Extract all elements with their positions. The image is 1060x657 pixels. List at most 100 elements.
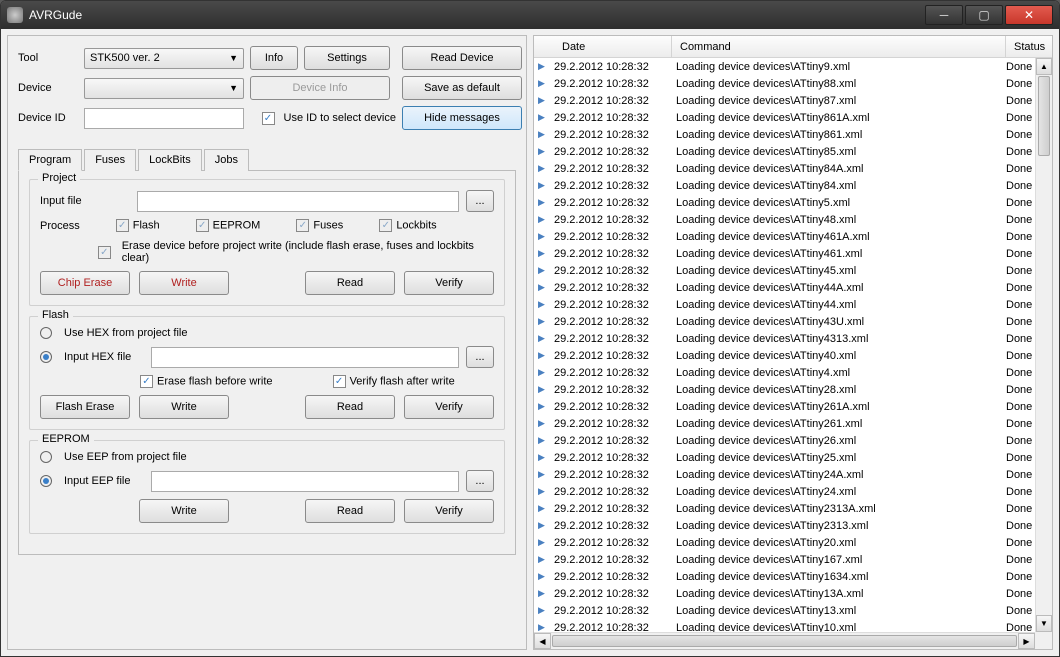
flash-erase-button[interactable]: Flash Erase <box>40 395 130 419</box>
log-row[interactable]: ▶29.2.2012 10:28:32Loading device device… <box>534 194 1052 211</box>
log-row[interactable]: ▶29.2.2012 10:28:32Loading device device… <box>534 398 1052 415</box>
log-date: 29.2.2012 10:28:32 <box>552 112 670 124</box>
hide-messages-button[interactable]: Hide messages <box>402 106 522 130</box>
input-eep-field[interactable] <box>151 471 459 492</box>
read-device-button[interactable]: Read Device <box>402 46 522 70</box>
log-row[interactable]: ▶29.2.2012 10:28:32Loading device device… <box>534 466 1052 483</box>
input-hex-field[interactable] <box>151 347 459 368</box>
device-combo[interactable]: ▼ <box>84 78 244 99</box>
log-row[interactable]: ▶29.2.2012 10:28:32Loading device device… <box>534 262 1052 279</box>
log-row[interactable]: ▶29.2.2012 10:28:32Loading device device… <box>534 211 1052 228</box>
log-row[interactable]: ▶29.2.2012 10:28:32Loading device device… <box>534 432 1052 449</box>
process-fuses-checkbox[interactable] <box>296 219 309 232</box>
titlebar[interactable]: AVRGude ─ ▢ ✕ <box>1 1 1059 29</box>
save-default-button[interactable]: Save as default <box>402 76 522 100</box>
scroll-down-icon[interactable]: ▼ <box>1036 615 1052 632</box>
log-row[interactable]: ▶29.2.2012 10:28:32Loading device device… <box>534 143 1052 160</box>
scroll-thumb-h[interactable] <box>552 635 1017 647</box>
eeprom-verify-button[interactable]: Verify <box>404 499 494 523</box>
eeprom-read-button[interactable]: Read <box>305 499 395 523</box>
log-command: Loading device devices\ATtiny2313.xml <box>670 520 1006 532</box>
tab-program[interactable]: Program <box>18 149 82 171</box>
chip-erase-button[interactable]: Chip Erase <box>40 271 130 295</box>
flash-browse-button[interactable]: ... <box>466 346 494 368</box>
scroll-right-icon[interactable]: ▶ <box>1018 633 1035 649</box>
project-browse-button[interactable]: ... <box>466 190 494 212</box>
use-hex-radio[interactable] <box>40 327 52 339</box>
use-eep-radio[interactable] <box>40 451 52 463</box>
log-row[interactable]: ▶29.2.2012 10:28:32Loading device device… <box>534 364 1052 381</box>
log-row[interactable]: ▶29.2.2012 10:28:32Loading device device… <box>534 296 1052 313</box>
log-row[interactable]: ▶29.2.2012 10:28:32Loading device device… <box>534 279 1052 296</box>
col-status-header[interactable]: Status <box>1006 36 1052 57</box>
minimize-button[interactable]: ─ <box>925 5 963 25</box>
log-row[interactable]: ▶29.2.2012 10:28:32Loading device device… <box>534 534 1052 551</box>
log-row[interactable]: ▶29.2.2012 10:28:32Loading device device… <box>534 483 1052 500</box>
close-button[interactable]: ✕ <box>1005 5 1053 25</box>
log-row[interactable]: ▶29.2.2012 10:28:32Loading device device… <box>534 500 1052 517</box>
process-eeprom-checkbox[interactable] <box>196 219 209 232</box>
log-command: Loading device devices\ATtiny44.xml <box>670 299 1006 311</box>
log-date: 29.2.2012 10:28:32 <box>552 95 670 107</box>
log-row[interactable]: ▶29.2.2012 10:28:32Loading device device… <box>534 602 1052 619</box>
tab-fuses[interactable]: Fuses <box>84 149 136 171</box>
log-row[interactable]: ▶29.2.2012 10:28:32Loading device device… <box>534 75 1052 92</box>
vertical-scrollbar[interactable]: ▲ ▼ <box>1035 58 1052 632</box>
log-row[interactable]: ▶29.2.2012 10:28:32Loading device device… <box>534 313 1052 330</box>
eeprom-browse-button[interactable]: ... <box>466 470 494 492</box>
log-row[interactable]: ▶29.2.2012 10:28:32Loading device device… <box>534 58 1052 75</box>
project-verify-button[interactable]: Verify <box>404 271 494 295</box>
info-button[interactable]: Info <box>250 46 298 70</box>
scroll-up-icon[interactable]: ▲ <box>1036 58 1052 75</box>
log-row[interactable]: ▶29.2.2012 10:28:32Loading device device… <box>534 177 1052 194</box>
log-row[interactable]: ▶29.2.2012 10:28:32Loading device device… <box>534 551 1052 568</box>
triangle-icon: ▶ <box>538 384 552 395</box>
process-lockbits-checkbox[interactable] <box>379 219 392 232</box>
log-row[interactable]: ▶29.2.2012 10:28:32Loading device device… <box>534 347 1052 364</box>
log-row[interactable]: ▶29.2.2012 10:28:32Loading device device… <box>534 160 1052 177</box>
scroll-thumb[interactable] <box>1038 76 1050 156</box>
log-row[interactable]: ▶29.2.2012 10:28:32Loading device device… <box>534 126 1052 143</box>
log-row[interactable]: ▶29.2.2012 10:28:32Loading device device… <box>534 245 1052 262</box>
log-row[interactable]: ▶29.2.2012 10:28:32Loading device device… <box>534 585 1052 602</box>
log-row[interactable]: ▶29.2.2012 10:28:32Loading device device… <box>534 568 1052 585</box>
log-body[interactable]: ▶ 29.2.2012 10:28:32 Loading device device… <box>534 58 1052 649</box>
triangle-icon: ▶ <box>538 61 552 72</box>
flash-group: Flash Use HEX from project file Input HE… <box>29 316 505 430</box>
log-row[interactable]: ▶29.2.2012 10:28:32Loading device device… <box>534 109 1052 126</box>
erase-flash-checkbox[interactable] <box>140 375 153 388</box>
input-hex-radio[interactable] <box>40 351 52 363</box>
log-row[interactable]: ▶29.2.2012 10:28:32Loading device device… <box>534 381 1052 398</box>
log-row[interactable]: ▶29.2.2012 10:28:32Loading device device… <box>534 415 1052 432</box>
log-row[interactable]: ▶29.2.2012 10:28:32Loading device device… <box>534 517 1052 534</box>
tab-jobs[interactable]: Jobs <box>204 149 249 171</box>
log-row[interactable]: ▶29.2.2012 10:28:32Loading device device… <box>534 449 1052 466</box>
process-flash-checkbox[interactable] <box>116 219 129 232</box>
maximize-button[interactable]: ▢ <box>965 5 1003 25</box>
scroll-left-icon[interactable]: ◀ <box>534 633 551 649</box>
input-eep-radio[interactable] <box>40 475 52 487</box>
device-id-field[interactable] <box>84 108 244 129</box>
horizontal-scrollbar[interactable]: ◀ ▶ <box>534 632 1035 649</box>
use-id-checkbox[interactable] <box>262 112 275 125</box>
flash-verify-button[interactable]: Verify <box>404 395 494 419</box>
tool-label: Tool <box>18 52 78 64</box>
flash-read-button[interactable]: Read <box>305 395 395 419</box>
verify-flash-checkbox[interactable] <box>333 375 346 388</box>
tab-lockbits[interactable]: LockBits <box>138 149 202 171</box>
project-write-button[interactable]: Write <box>139 271 229 295</box>
log-row[interactable]: ▶29.2.2012 10:28:32Loading device device… <box>534 330 1052 347</box>
flash-write-button[interactable]: Write <box>139 395 229 419</box>
project-read-button[interactable]: Read <box>305 271 395 295</box>
eeprom-write-button[interactable]: Write <box>139 499 229 523</box>
project-input-file-field[interactable] <box>137 191 459 212</box>
log-row[interactable]: ▶29.2.2012 10:28:32Loading device device… <box>534 228 1052 245</box>
log-date: 29.2.2012 10:28:32 <box>552 554 670 566</box>
tool-combo[interactable]: STK500 ver. 2 ▼ <box>84 48 244 69</box>
erase-before-checkbox[interactable] <box>98 246 111 259</box>
col-command-header[interactable]: Command <box>672 36 1006 57</box>
triangle-icon: ▶ <box>538 282 552 293</box>
settings-button[interactable]: Settings <box>304 46 390 70</box>
log-row[interactable]: ▶29.2.2012 10:28:32Loading device device… <box>534 92 1052 109</box>
col-date-header[interactable]: Date <box>554 36 672 57</box>
